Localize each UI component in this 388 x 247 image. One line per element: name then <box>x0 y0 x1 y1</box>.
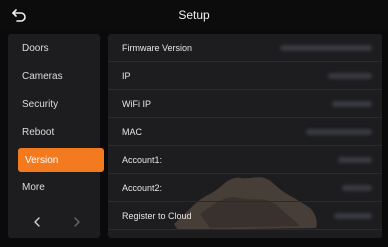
sidebar-item-label: Doors <box>22 42 49 54</box>
sidebar-item-version[interactable]: Version <box>18 148 104 172</box>
page-title: Setup <box>178 8 210 22</box>
ip-row: IP <box>108 62 382 90</box>
row-label: Account1: <box>122 154 163 165</box>
redacted-value <box>328 72 372 79</box>
redacted-value <box>342 184 372 191</box>
sidebar-item-more[interactable]: More <box>8 175 100 199</box>
sidebar-item-label: Cameras <box>22 70 63 82</box>
account1-row: Account1: <box>108 146 382 174</box>
row-label: IP <box>122 70 131 81</box>
firmware-version-row: Firmware Version <box>108 34 382 62</box>
sidebar-item-label: Security <box>22 98 59 110</box>
version-panel: Firmware Version IP WiFi IP MAC Account1… <box>108 34 382 238</box>
redacted-value <box>280 44 372 51</box>
sidebar: Doors Cameras Security Reboot Version Mo… <box>8 34 104 238</box>
sidebar-item-doors[interactable]: Doors <box>8 36 100 60</box>
chevron-right-icon <box>74 217 80 227</box>
row-label: WiFi IP <box>122 98 151 109</box>
row-label: MAC <box>122 126 142 137</box>
redacted-value <box>338 156 372 163</box>
redacted-value <box>332 100 372 107</box>
account2-row: Account2: <box>108 174 382 202</box>
sidebar-item-reboot[interactable]: Reboot <box>8 120 100 144</box>
sidebar-item-cameras[interactable]: Cameras <box>8 64 100 88</box>
sidebar-item-label: More <box>22 181 45 193</box>
row-label: Firmware Version <box>122 42 193 53</box>
mac-row: MAC <box>108 118 382 146</box>
sidebar-item-label: Reboot <box>22 126 55 138</box>
redacted-value <box>306 128 372 135</box>
redacted-value <box>334 212 372 219</box>
register-to-cloud-row[interactable]: Register to Cloud <box>108 202 382 230</box>
chevron-left-icon <box>34 217 40 227</box>
row-label: Register to Cloud <box>122 210 192 221</box>
top-bar: Setup <box>0 0 388 31</box>
next-page-button[interactable] <box>70 214 84 230</box>
prev-page-button[interactable] <box>30 214 44 230</box>
sidebar-item-label: Version <box>25 154 59 166</box>
sidebar-item-security[interactable]: Security <box>8 92 100 116</box>
wifi-ip-row: WiFi IP <box>108 90 382 118</box>
row-label: Account2: <box>122 182 163 193</box>
sidebar-pager <box>8 210 100 234</box>
